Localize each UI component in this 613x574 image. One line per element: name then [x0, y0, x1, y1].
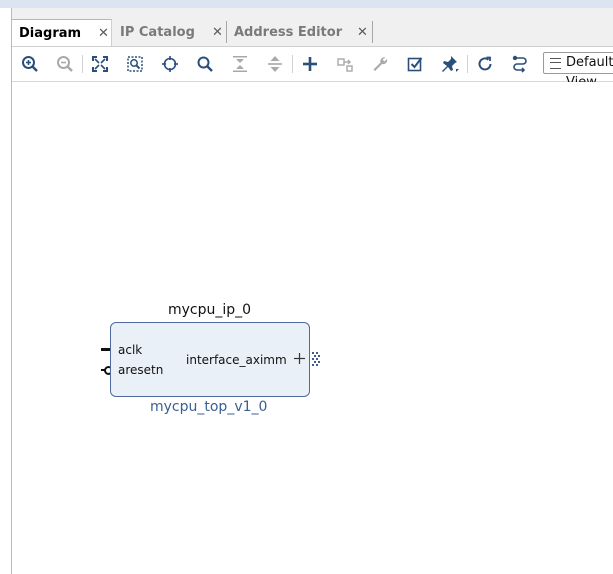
tab-ip-catalog[interactable]: IP Catalog ✕ — [113, 19, 226, 46]
zoom-selection-icon[interactable] — [124, 53, 146, 75]
customize-icon[interactable] — [369, 53, 391, 75]
close-icon[interactable]: ✕ — [212, 19, 223, 46]
ip-block[interactable]: aclk aresetn interface_aximm — [110, 322, 310, 397]
pin-label-interface-aximm: interface_aximm — [186, 353, 287, 367]
validate-design-icon[interactable] — [404, 53, 426, 75]
tab-label: Diagram — [19, 26, 82, 41]
bus-interface-port[interactable] — [311, 351, 320, 368]
ip-module-name: mycpu_top_v1_0 — [150, 399, 268, 415]
search-icon[interactable] — [194, 53, 216, 75]
zoom-fit-icon[interactable] — [89, 53, 111, 75]
center-icon[interactable] — [159, 53, 181, 75]
zoom-out-icon[interactable] — [54, 53, 76, 75]
toolbar-separator — [292, 55, 293, 73]
close-icon[interactable]: ✕ — [357, 19, 368, 46]
collapse-all-icon[interactable] — [229, 53, 251, 75]
make-connection-icon[interactable] — [334, 53, 356, 75]
optimize-routing-icon[interactable] — [509, 53, 531, 75]
add-ip-icon[interactable] — [299, 53, 321, 75]
close-icon[interactable]: ✕ — [98, 20, 109, 47]
pin-label-aresetn: aresetn — [118, 363, 164, 377]
pin-icon[interactable] — [439, 53, 461, 75]
toolbar-separator — [467, 55, 468, 73]
window-top-strip — [0, 0, 613, 8]
diagram-canvas[interactable] — [12, 82, 613, 574]
list-icon — [550, 58, 561, 69]
tab-diagram[interactable]: Diagram ✕ — [12, 19, 112, 46]
regenerate-layout-icon[interactable] — [474, 53, 496, 75]
zoom-in-icon[interactable] — [19, 53, 41, 75]
tab-address-editor[interactable]: Address Editor ✕ — [227, 19, 372, 46]
view-layout-select[interactable]: Default View — [543, 52, 613, 90]
expand-all-icon[interactable] — [264, 53, 286, 75]
aclk-pin[interactable] — [101, 348, 110, 351]
tab-label: IP Catalog — [120, 25, 195, 40]
tab-label: Address Editor — [234, 25, 343, 40]
toolbar-separator — [82, 55, 83, 73]
ip-instance-name: mycpu_ip_0 — [168, 302, 252, 318]
pin-label-aclk: aclk — [118, 343, 143, 357]
expand-interface-icon[interactable] — [293, 352, 306, 365]
tab-separator — [372, 21, 373, 43]
